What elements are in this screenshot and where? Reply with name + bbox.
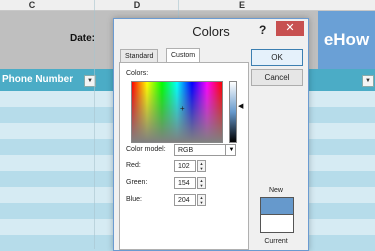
phone-number-header[interactable]: Phone Number	[2, 74, 73, 85]
current-color-swatch	[260, 214, 294, 233]
grid-line	[94, 0, 95, 249]
current-color-label: Current	[264, 238, 288, 245]
luminance-arrow-icon[interactable]: ◀	[238, 103, 243, 110]
column-header-e[interactable]: E	[232, 0, 252, 10]
green-input[interactable]: 154	[174, 177, 196, 189]
cancel-button[interactable]: Cancel	[251, 69, 303, 86]
ok-button[interactable]: OK	[251, 49, 303, 66]
date-label: Date:	[70, 33, 96, 44]
spin-down-icon[interactable]: ▼	[198, 200, 205, 205]
red-spinner[interactable]: ▲ ▼	[197, 160, 206, 172]
green-spinner[interactable]: ▲ ▼	[197, 177, 206, 189]
blue-spinner[interactable]: ▲ ▼	[197, 194, 206, 206]
new-color-swatch	[260, 197, 294, 215]
green-label: Green:	[126, 179, 148, 186]
color-model-label: Color model:	[126, 146, 166, 153]
spin-down-icon[interactable]: ▼	[198, 166, 205, 171]
colors-dialog: Colors ? ✕ Standard Custom Colors: + ◀ C…	[113, 18, 309, 251]
tab-standard[interactable]: Standard	[120, 49, 159, 63]
new-color-label: New	[268, 187, 283, 194]
column-header-d[interactable]: D	[127, 0, 147, 10]
red-input[interactable]: 102	[174, 160, 196, 172]
red-label: Red:	[126, 162, 141, 169]
chevron-down-icon[interactable]: ▼	[225, 144, 237, 156]
tab-custom[interactable]: Custom	[166, 48, 201, 63]
column-header-bar	[0, 0, 375, 11]
blue-input[interactable]: 204	[174, 194, 196, 206]
close-button[interactable]: ✕	[276, 21, 304, 36]
ehow-logo: eHow	[318, 11, 375, 69]
help-button[interactable]: ?	[259, 23, 266, 37]
filter-dropdown-button[interactable]: ▼	[362, 75, 374, 87]
column-header-c[interactable]: C	[22, 0, 42, 10]
luminance-slider[interactable]	[229, 81, 237, 143]
blue-label: Blue:	[126, 196, 142, 203]
colors-label: Colors:	[126, 70, 149, 77]
spin-down-icon[interactable]: ▼	[198, 183, 205, 188]
crosshair-icon[interactable]: +	[180, 105, 185, 113]
color-spectrum-picker[interactable]	[131, 81, 223, 143]
